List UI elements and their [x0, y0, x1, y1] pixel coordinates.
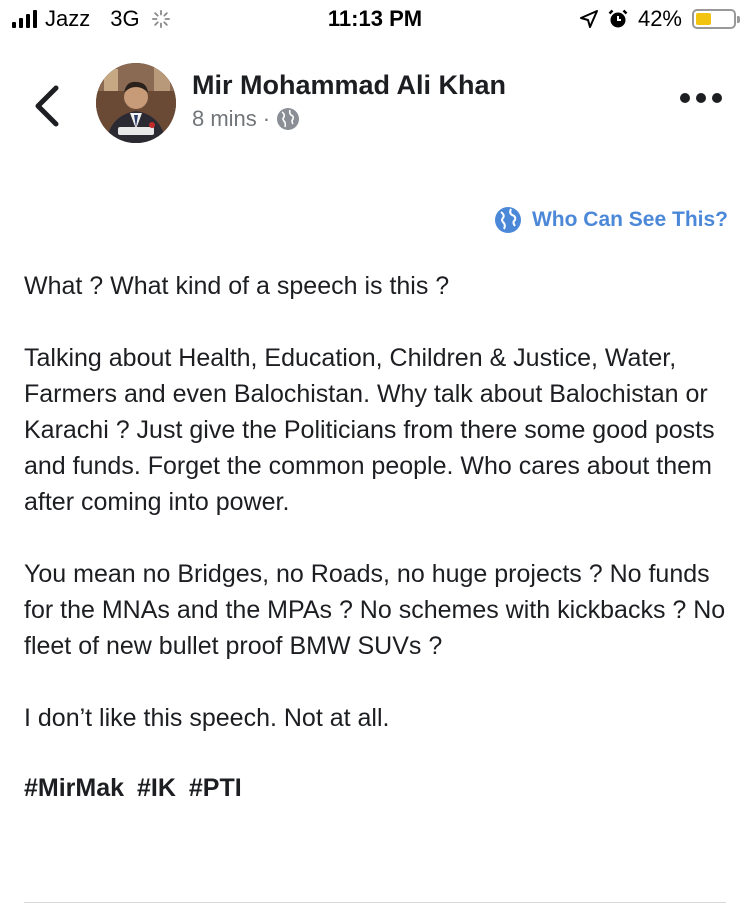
who-can-see-this-link[interactable]: Who Can See This?: [494, 206, 728, 234]
more-dot-icon: [680, 93, 690, 103]
globe-icon[interactable]: [276, 107, 300, 131]
post-timestamp[interactable]: 8 mins: [192, 106, 257, 132]
post-body: What ? What kind of a speech is this ? T…: [24, 268, 729, 806]
hashtag-link[interactable]: #PTI: [189, 774, 242, 802]
more-options-button[interactable]: [680, 93, 722, 103]
post-paragraph: What ? What kind of a speech is this ?: [24, 272, 450, 300]
more-dot-icon: [696, 93, 706, 103]
hashtags: #MirMak #IK #PTI: [24, 770, 729, 806]
divider: [24, 902, 726, 903]
post-meta: 8 mins ·: [192, 106, 300, 132]
battery-icon: [692, 9, 740, 29]
hashtag-link[interactable]: #MirMak: [24, 774, 124, 802]
post-paragraph: Talking about Health, Education, Childre…: [24, 344, 715, 516]
avatar-photo: [96, 63, 176, 143]
meta-separator: ·: [262, 106, 271, 131]
battery-percent: 42%: [637, 6, 682, 31]
post-author-name[interactable]: Mir Mohammad Ali Khan: [192, 70, 506, 101]
location-arrow-icon: [579, 10, 598, 28]
author-avatar[interactable]: [96, 63, 176, 143]
alarm-clock-icon: [608, 9, 628, 28]
more-dot-icon: [712, 93, 722, 103]
who-can-see-this-label: Who Can See This?: [531, 208, 728, 231]
back-chevron-icon[interactable]: [30, 84, 66, 128]
status-bar: Jazz 3G 11:13 PM 42%: [0, 0, 750, 40]
post-paragraph: You mean no Bridges, no Roads, no huge p…: [24, 560, 726, 660]
hashtag-link[interactable]: #IK: [137, 774, 176, 802]
audience-globe-icon: [494, 207, 521, 233]
post-paragraph: I don’t like this speech. Not at all.: [24, 704, 390, 732]
